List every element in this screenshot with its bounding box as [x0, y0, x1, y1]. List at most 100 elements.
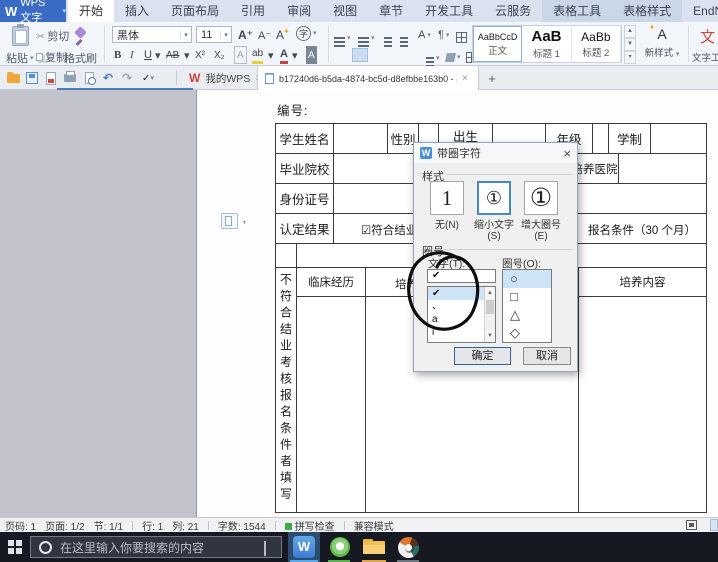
new-style-button[interactable]: A ✦ 新样式 ▾	[638, 26, 686, 59]
increase-indent-button[interactable]	[400, 30, 408, 46]
character-border-button[interactable]: A	[234, 46, 247, 64]
cell-blank[interactable]	[334, 124, 388, 154]
justify-button[interactable]	[388, 48, 404, 62]
redo-button[interactable]: ↷	[119, 70, 135, 86]
highlight-button[interactable]: ab	[252, 46, 263, 64]
style-heading1[interactable]: AaB 标题 1	[522, 26, 571, 62]
shading-button[interactable]: ▾	[446, 49, 461, 65]
phonetic-guide-button[interactable]: A ✦	[276, 27, 290, 43]
gallery-down-icon[interactable]: ▼	[624, 38, 636, 51]
status-word-count[interactable]: 字数: 1544	[218, 518, 266, 533]
ring-item-circle[interactable]: ○	[503, 270, 551, 288]
taskbar-file-explorer[interactable]	[358, 532, 390, 562]
print-preview-button[interactable]	[81, 70, 97, 86]
style-heading2[interactable]: AaBb 标题 2	[572, 26, 621, 62]
paste-button[interactable]: 粘贴 ▾	[6, 50, 34, 66]
style-option-enlarge-circle[interactable]: ①	[524, 181, 558, 215]
paste-options-smart-tag[interactable]: ▾	[221, 213, 238, 229]
cell-blank[interactable]	[297, 297, 366, 513]
close-tab-icon[interactable]: ×	[462, 73, 468, 84]
font-size-combo[interactable]: 11 ▾	[196, 26, 232, 43]
superscript-button[interactable]: X²	[195, 46, 205, 64]
save-button[interactable]	[24, 70, 40, 86]
format-painter-button[interactable]: 格式刷	[64, 50, 97, 66]
tab-my-wps[interactable]: W 我的WPS ×	[182, 66, 268, 90]
cut-button[interactable]: ✂ 剪切	[36, 28, 69, 44]
distribute-button[interactable]	[406, 48, 422, 62]
export-pdf-button[interactable]	[43, 70, 59, 86]
customize-quick-access-button[interactable]: ✓▾	[140, 70, 156, 86]
new-tab-button[interactable]: +	[484, 70, 500, 86]
tab-review[interactable]: 审阅	[276, 0, 322, 22]
tab-developer[interactable]: 开发工具	[414, 0, 484, 22]
tab-table-tools[interactable]: 表格工具	[542, 0, 612, 22]
ring-item-square[interactable]: □	[503, 288, 551, 306]
tab-cloud[interactable]: 云服务	[484, 0, 542, 22]
italic-button[interactable]: I	[130, 46, 134, 64]
numbering-button[interactable]: ▾	[358, 30, 375, 46]
cell-blank[interactable]	[619, 154, 707, 184]
undo-button[interactable]: ↶	[100, 70, 116, 86]
fit-page-icon[interactable]	[686, 520, 697, 530]
font-name-dropdown-icon[interactable]: ▾	[180, 31, 191, 39]
tab-view[interactable]: 视图	[322, 0, 368, 22]
format-painter-icon[interactable]	[74, 26, 87, 39]
align-right-button[interactable]	[370, 48, 386, 62]
ring-item-triangle[interactable]: △	[503, 306, 551, 324]
underline-dropdown-icon[interactable]: ▾	[155, 46, 161, 64]
align-center-button[interactable]	[352, 48, 368, 62]
taskbar-app-4[interactable]	[392, 532, 424, 562]
cell-blank[interactable]	[579, 297, 707, 513]
highlight-dropdown-icon[interactable]: ▾	[268, 46, 274, 64]
app-logo[interactable]: W WPS 文字 ▾	[0, 0, 66, 22]
style-option-none[interactable]: 1	[430, 181, 464, 215]
ok-button[interactable]: 确定	[454, 347, 511, 365]
microphone-icon[interactable]	[264, 541, 272, 554]
line-spacing-button[interactable]: ▾	[426, 50, 440, 66]
underline-button[interactable]: U	[144, 46, 152, 64]
taskbar-app-2[interactable]	[324, 532, 356, 562]
font-name-combo[interactable]: 黑体 ▾	[112, 26, 192, 43]
text-tool-button[interactable]: 文 文字工具	[692, 26, 718, 64]
open-file-button[interactable]	[5, 70, 21, 86]
tab-endnote[interactable]: EndNote X7	[682, 0, 718, 22]
table-grid-button[interactable]	[456, 29, 467, 45]
gallery-up-icon[interactable]: ▲	[624, 25, 636, 38]
style-option-shrink-text[interactable]: ①	[477, 181, 511, 215]
font-color-dropdown-icon[interactable]: ▾	[292, 46, 298, 64]
tab-table-style[interactable]: 表格样式	[612, 0, 682, 22]
start-button[interactable]	[8, 540, 22, 554]
cell-blank[interactable]	[593, 124, 609, 154]
copy-button[interactable]: 复制	[36, 49, 67, 65]
show-marks-button[interactable]: ¶▾	[438, 27, 449, 43]
tab-page-layout[interactable]: 页面布局	[160, 0, 230, 22]
shrink-font-button[interactable]: A⁻	[258, 27, 271, 43]
strikethrough-button[interactable]: AB	[166, 46, 179, 64]
ring-item-diamond[interactable]: ◇	[503, 324, 551, 342]
tab-home[interactable]: 开始	[68, 0, 114, 22]
strikethrough-dropdown-icon[interactable]: ▾	[184, 46, 190, 64]
font-size-dropdown-icon[interactable]: ▾	[220, 31, 231, 39]
cancel-button[interactable]: 取消	[523, 347, 571, 365]
decrease-indent-button[interactable]	[384, 30, 392, 46]
spell-check-status[interactable]: 拼写检查	[285, 518, 335, 533]
taskbar-wps-app[interactable]: W	[288, 532, 320, 562]
subscript-button[interactable]: X₂	[214, 46, 225, 64]
print-button[interactable]	[62, 70, 78, 86]
view-switcher-partial[interactable]	[710, 519, 718, 531]
cell-blank[interactable]	[651, 124, 707, 154]
bold-button[interactable]: B	[114, 46, 121, 64]
align-left-button[interactable]	[334, 48, 350, 62]
paste-icon[interactable]	[12, 26, 29, 46]
tab-insert[interactable]: 插入	[114, 0, 160, 22]
search-input[interactable]: 在这里输入你要搜索的内容	[60, 539, 204, 556]
taskbar-search[interactable]: 在这里输入你要搜索的内容	[30, 536, 282, 558]
tab-references[interactable]: 引用	[230, 0, 276, 22]
ring-shape-list[interactable]: ○ □ △ ◇	[502, 269, 552, 343]
grow-font-button[interactable]: A⁺	[238, 27, 253, 43]
dialog-close-icon[interactable]: ×	[563, 146, 571, 161]
bullets-button[interactable]: ▾	[334, 30, 351, 46]
dialog-title-bar[interactable]: W 带圈字符 ×	[414, 143, 577, 163]
tab-document[interactable]: b17240d6-b5da-4874-bc5d-d8efbbe163b0 - 副…	[257, 66, 479, 90]
character-scale-button[interactable]: A▾	[418, 27, 431, 43]
